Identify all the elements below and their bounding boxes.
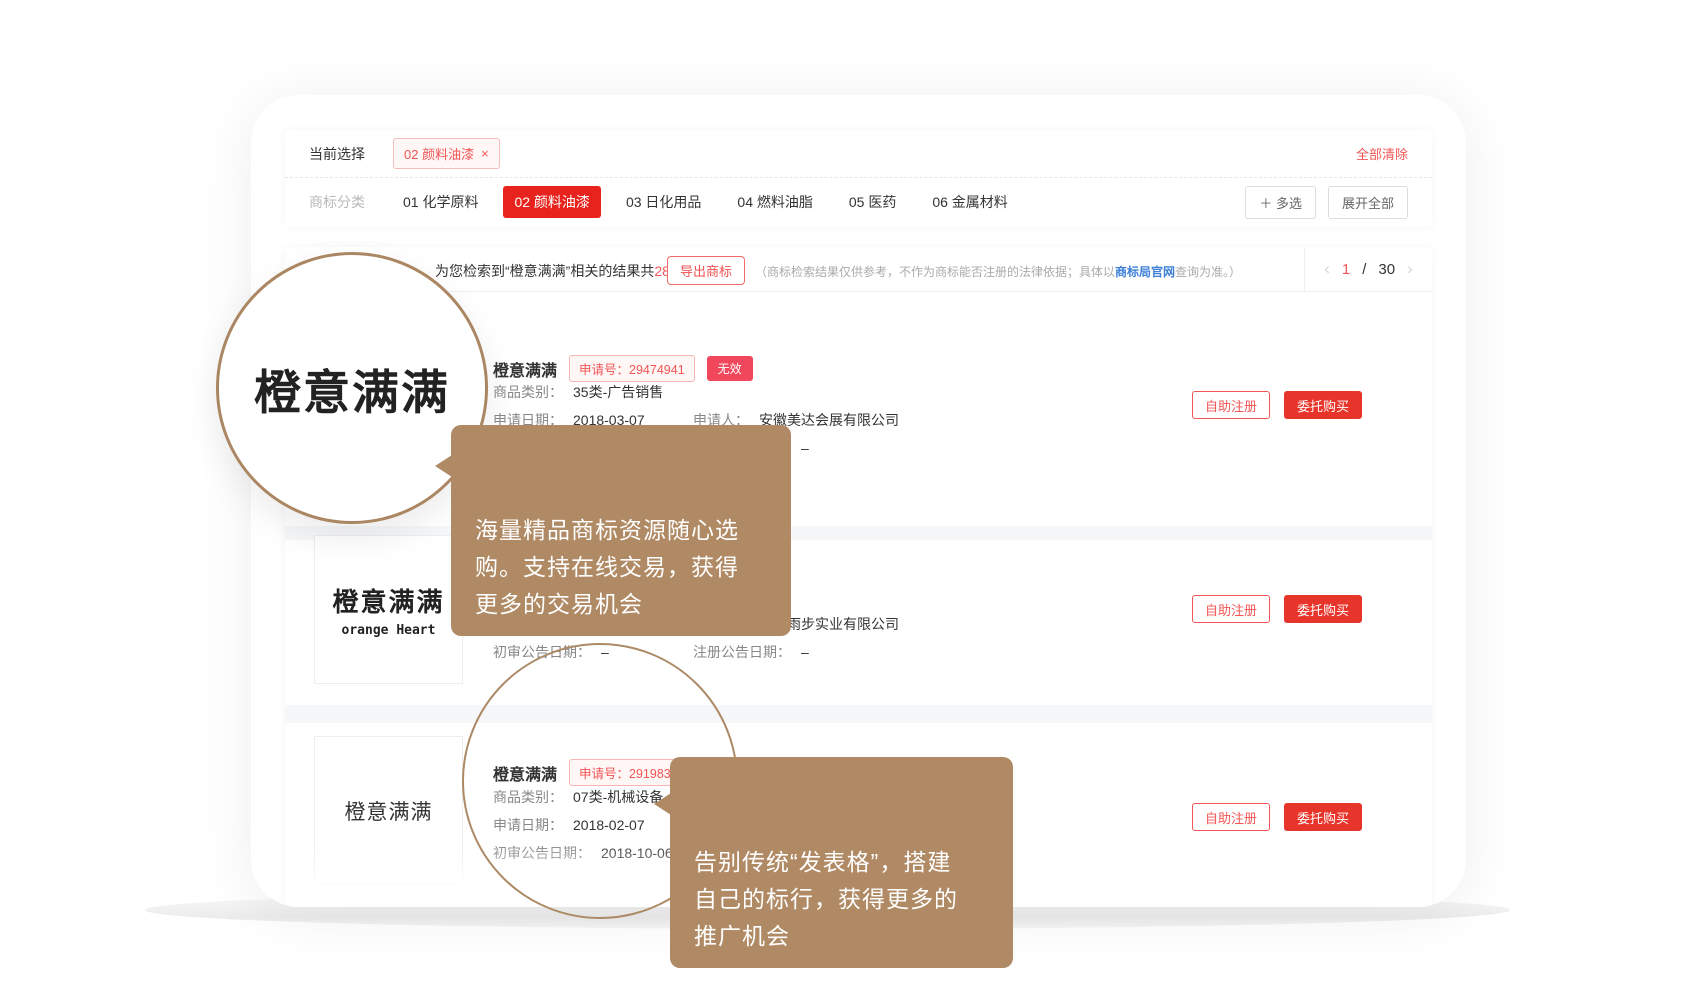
category-item-05[interactable]: 05 医药 — [849, 192, 896, 212]
application-number-label: 申请号： — [579, 363, 629, 377]
application-number-value: 29474941 — [629, 363, 685, 377]
category-label: 商品类别： — [493, 384, 563, 400]
trademark-image-3: 橙意满满 — [314, 736, 463, 885]
reg-notice-value: – — [801, 440, 809, 456]
trademark-name[interactable]: 橙意满满 — [493, 357, 557, 381]
current-selection-row: 当前选择 02 颜料油漆 × 全部清除 — [285, 130, 1432, 178]
category-item-04[interactable]: 04 燃料油脂 — [737, 192, 812, 212]
entrust-buy-button[interactable]: 委托购买 — [1284, 391, 1362, 419]
reg-notice-label: 注册公告日期： — [693, 644, 791, 660]
multi-select-button[interactable]: ＋ 多选 — [1245, 186, 1316, 219]
category-buttons: ＋ 多选 展开全部 — [1245, 186, 1408, 219]
self-register-button[interactable]: 自助注册 — [1192, 595, 1270, 623]
selected-category-tag-text: 02 颜料油漆 — [404, 144, 474, 163]
trademark-image-text: 橙意满满 — [345, 796, 433, 826]
category-list: 01 化学原料 02 颜料油漆 03 日化用品 04 燃料油脂 05 医药 06… — [403, 192, 1008, 212]
entrust-buy-button[interactable]: 委托购买 — [1284, 595, 1362, 623]
current-selection-label: 当前选择 — [309, 144, 365, 164]
callout-text: 告别传统“发表格”，搭建 自己的标行，获得更多的 推广机会 — [694, 849, 958, 949]
callout-bubble-promotion: 告别传统“发表格”，搭建 自己的标行，获得更多的 推广机会 — [670, 757, 1013, 968]
category-item-02-active[interactable]: 02 颜料油漆 — [503, 186, 600, 218]
category-item-03[interactable]: 03 日化用品 — [626, 192, 701, 212]
trademark-image-subtext: orange Heart — [342, 623, 436, 638]
trademark-title-line: 橙意满满 申请号：29474941 无效 — [493, 355, 753, 382]
results-header: 为您检索到“橙意满满”相关的结果共28 个 导出商标 （商标检索结果仅供参考，不… — [285, 247, 1432, 292]
category-row-label: 商标分类 — [309, 192, 365, 212]
expand-all-button[interactable]: 展开全部 — [1328, 186, 1408, 219]
magnifier-lens-1: 橙意满满 — [216, 252, 488, 524]
self-register-button[interactable]: 自助注册 — [1192, 803, 1270, 831]
page-separator: / — [1362, 261, 1366, 278]
application-number-tag: 申请号：29474941 — [569, 355, 695, 382]
results-summary: 为您检索到“橙意满满”相关的结果共28 个 — [435, 261, 688, 281]
pagination: ‹ 1 / 30 › — [1305, 247, 1432, 291]
total-pages: 30 — [1378, 261, 1395, 278]
category-item-06[interactable]: 06 金属材料 — [932, 192, 1007, 212]
trademark-image-2: 橙意满满 orange Heart — [314, 535, 463, 684]
category-row: 商标分类 01 化学原料 02 颜料油漆 03 日化用品 04 燃料油脂 05 … — [285, 178, 1432, 226]
self-register-button[interactable]: 自助注册 — [1192, 391, 1270, 419]
disclaimer-text-post: 查询为准。） — [1175, 265, 1241, 279]
reg-notice-value: – — [801, 644, 809, 660]
page: 当前选择 02 颜料油漆 × 全部清除 商标分类 01 化学原料 02 颜料油漆… — [0, 0, 1696, 1002]
category-item-01[interactable]: 01 化学原料 — [403, 192, 478, 212]
entrust-buy-button[interactable]: 委托购买 — [1284, 803, 1362, 831]
callout-text: 海量精品商标资源随心选 购。支持在线交易，获得 更多的交易机会 — [475, 517, 739, 617]
row-actions: 自助注册 委托购买 — [1192, 595, 1362, 623]
callout-bubble-marketplace: 海量精品商标资源随心选 购。支持在线交易，获得 更多的交易机会 — [451, 425, 791, 636]
callout-arrow-icon — [654, 793, 671, 815]
reg-notice-pair: 注册公告日期：– — [693, 642, 809, 662]
selected-category-tag[interactable]: 02 颜料油漆 × — [393, 138, 500, 169]
row-actions: 自助注册 委托购买 — [1192, 803, 1362, 831]
status-badge-invalid: 无效 — [707, 356, 753, 381]
callout-arrow-icon — [435, 455, 452, 477]
next-page-icon[interactable]: › — [1407, 259, 1413, 279]
disclaimer-text-pre: （商标检索结果仅供参考，不作为商标能否注册的法律依据；具体以 — [755, 265, 1115, 279]
results-summary-prefix: 为您检索到“橙意满满”相关的结果共 — [435, 263, 654, 279]
results-disclaimer: （商标检索结果仅供参考，不作为商标能否注册的法律依据；具体以商标局官网查询为准。… — [755, 263, 1241, 280]
category-line: 商品类别： 35类-广告销售 — [493, 382, 1193, 402]
magnified-trademark-text: 橙意满满 — [254, 354, 450, 423]
trademark-office-link[interactable]: 商标局官网 — [1115, 265, 1175, 279]
row-divider — [285, 705, 1432, 723]
trademark-image-text: 橙意满满 — [332, 582, 444, 619]
clear-all-link[interactable]: 全部清除 — [1356, 144, 1408, 163]
prev-page-icon[interactable]: ‹ — [1324, 259, 1330, 279]
current-page: 1 — [1342, 261, 1350, 278]
filter-panel: 当前选择 02 颜料油漆 × 全部清除 商标分类 01 化学原料 02 颜料油漆… — [285, 130, 1432, 227]
category-value: 35类-广告销售 — [573, 384, 663, 400]
row-actions: 自助注册 委托购买 — [1192, 391, 1362, 419]
remove-tag-icon[interactable]: × — [481, 146, 489, 161]
export-trademarks-button[interactable]: 导出商标 — [667, 256, 745, 285]
